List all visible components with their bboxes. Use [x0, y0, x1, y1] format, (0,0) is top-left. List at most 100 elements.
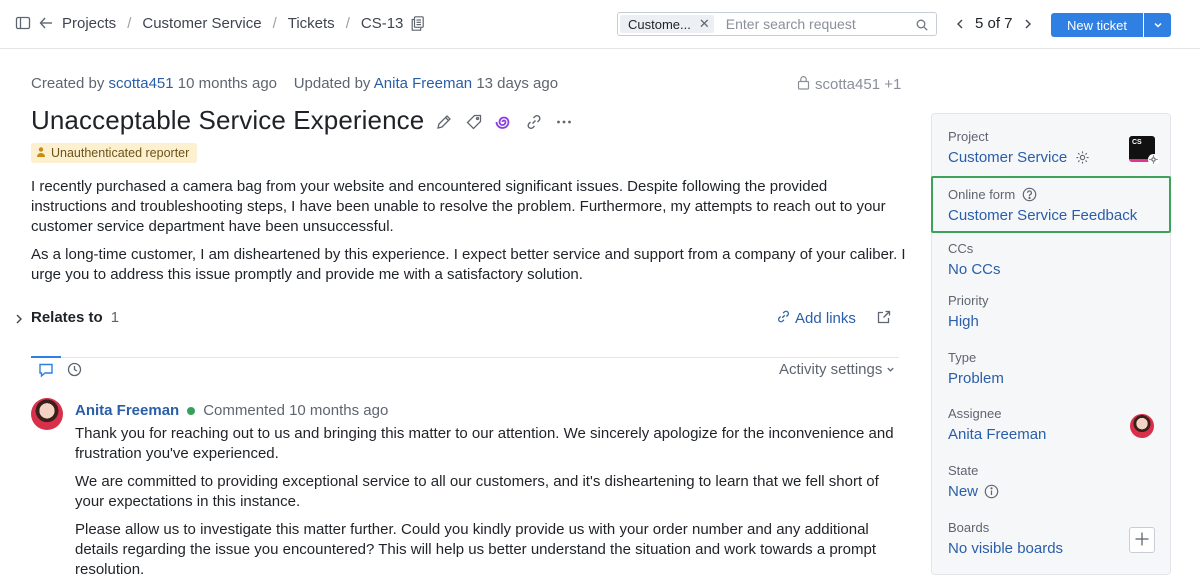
relates-to-label: Relates to [31, 309, 103, 326]
field-value-type[interactable]: Problem [948, 370, 1004, 387]
search-box[interactable]: Custome... ✕ [617, 12, 937, 36]
ticket-title: Unacceptable Service Experience [31, 105, 425, 135]
search-icon[interactable] [916, 18, 928, 31]
search-chip-label: Custome... [628, 16, 691, 32]
tag-icon[interactable] [465, 113, 483, 131]
breadcrumb-separator: / [272, 15, 277, 32]
search-filter-chip[interactable]: Custome... ✕ [620, 15, 714, 33]
field-value-state[interactable]: New [948, 483, 999, 500]
comment-timestamp: Commented 10 months ago [203, 402, 389, 419]
field-value-boards[interactable]: No visible boards [948, 540, 1063, 557]
description-paragraph: As a long-time customer, I am dishearten… [31, 246, 906, 283]
breadcrumb-projects[interactable]: Projects [62, 15, 116, 32]
sidebar-toggle-icon[interactable] [15, 15, 31, 31]
chevron-down-icon [1153, 17, 1163, 33]
breadcrumb-separator: / [127, 15, 132, 32]
new-ticket-dropdown-button[interactable] [1144, 13, 1171, 37]
chevron-down-icon [882, 361, 895, 378]
search-input[interactable] [725, 16, 906, 32]
field-value-assignee[interactable]: Anita Freeman [948, 426, 1046, 443]
field-label: Type [948, 350, 977, 365]
more-options-icon[interactable] [555, 113, 573, 131]
relates-to-count: 1 [110, 309, 120, 326]
link-icon [776, 309, 795, 328]
tab-comments-icon[interactable] [38, 362, 54, 378]
comment-paragraph: Please allow us to investigate this matt… [75, 521, 877, 578]
lock-icon [797, 75, 815, 94]
link-icon[interactable] [525, 113, 543, 131]
reporter-badge-label: Unauthenticated reporter [51, 146, 190, 160]
new-ticket-button[interactable]: New ticket [1051, 13, 1143, 37]
visibility-indicator[interactable]: scotta451 +1 [797, 75, 901, 94]
field-type: Type Problem [948, 350, 1004, 387]
field-state: State New [948, 463, 999, 500]
info-icon[interactable] [984, 484, 999, 499]
gear-icon[interactable] [1075, 150, 1090, 165]
field-label: Boards [948, 520, 990, 535]
ticket-pager: 5 of 7 [953, 15, 1035, 32]
project-link[interactable]: Customer Service [948, 149, 1067, 166]
breadcrumb-project[interactable]: Customer Service [142, 15, 261, 32]
online-status-dot [187, 406, 196, 415]
project-icon: CS [1129, 136, 1159, 165]
field-value-project[interactable]: Customer Service [948, 149, 1090, 166]
updated-prefix: Updated by [293, 75, 371, 92]
add-links-label: Add links [795, 310, 856, 327]
plus-icon [1134, 531, 1150, 550]
updated-by-link[interactable]: Anita Freeman [374, 75, 472, 92]
created-by-link[interactable]: scotta451 [109, 75, 174, 92]
project-icon-text: CS [1132, 139, 1142, 146]
field-label: Project [948, 129, 989, 144]
comment-body: Thank you for reaching out to us and bri… [75, 424, 905, 585]
created-when: 10 months ago [177, 75, 278, 92]
field-value-ccs[interactable]: No CCs [948, 261, 1001, 278]
field-boards: Boards No visible boards [948, 520, 1063, 557]
breadcrumb-separator: / [345, 15, 350, 32]
comment-header: Anita Freeman Commented 10 months ago [75, 402, 388, 419]
tab-history-clock-icon[interactable] [67, 362, 82, 377]
ai-assistant-icon[interactable] [495, 113, 513, 131]
ticket-description: I recently purchased a camera bag from y… [31, 177, 906, 293]
state-value[interactable]: New [948, 483, 978, 500]
created-prefix: Created by [31, 75, 105, 92]
back-arrow-icon[interactable] [38, 15, 54, 31]
chevron-right-icon[interactable] [1021, 17, 1035, 31]
field-label: Priority [948, 293, 989, 308]
chevron-left-icon[interactable] [953, 17, 967, 31]
active-tab-indicator [31, 356, 61, 358]
copy-icon[interactable] [411, 16, 425, 31]
comment-author[interactable]: Anita Freeman [75, 402, 179, 419]
breadcrumb: Projects / Customer Service / Tickets / … [62, 15, 425, 32]
field-project: Project Customer Service [948, 129, 1090, 166]
gear-icon [1148, 154, 1159, 165]
field-assignee: Assignee Anita Freeman [948, 406, 1046, 443]
field-ccs: CCs No CCs [948, 241, 1001, 278]
comment-paragraph: We are committed to providing exceptiona… [75, 473, 879, 510]
updated-when: 13 days ago [476, 75, 559, 92]
reporter-badge: Unauthenticated reporter [31, 143, 198, 163]
assignee-avatar[interactable] [1130, 414, 1154, 438]
activity-settings-button[interactable]: Activity settings [779, 361, 895, 378]
description-paragraph: I recently purchased a camera bag from y… [31, 178, 886, 235]
external-link-icon[interactable] [877, 310, 891, 324]
field-label: CCs [948, 241, 974, 256]
relates-to-section[interactable]: Relates to 1 [13, 309, 119, 326]
avatar[interactable] [31, 398, 63, 430]
add-links-button[interactable]: Add links [776, 309, 856, 328]
activity-settings-label: Activity settings [779, 361, 883, 378]
edit-pencil-icon[interactable] [435, 113, 453, 131]
field-priority: Priority High [948, 293, 988, 330]
close-icon[interactable]: ✕ [699, 16, 710, 32]
pager-position: 5 of 7 [975, 15, 1013, 32]
field-label: Assignee [948, 406, 1002, 421]
new-ticket-group: New ticket [1051, 13, 1171, 37]
chevron-right-icon[interactable] [13, 312, 25, 324]
visibility-text: scotta451 +1 [815, 76, 902, 93]
comment-paragraph: Thank you for reaching out to us and bri… [75, 425, 894, 462]
add-board-button[interactable] [1129, 527, 1155, 553]
breadcrumb-tickets[interactable]: Tickets [288, 15, 335, 32]
field-value-priority[interactable]: High [948, 313, 988, 330]
top-bar: Projects / Customer Service / Tickets / … [0, 0, 1200, 49]
activity-divider [31, 357, 899, 358]
breadcrumb-ticket-id: CS-13 [360, 15, 404, 32]
